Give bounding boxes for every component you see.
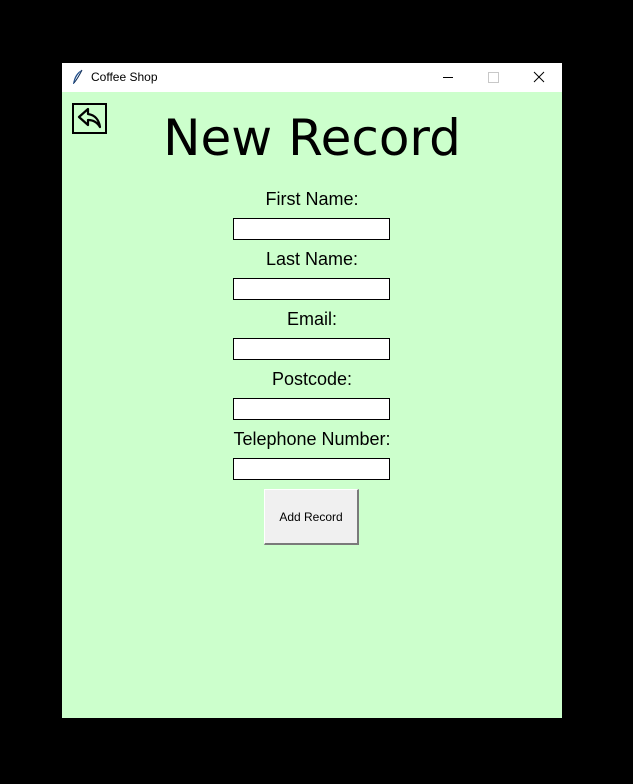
postcode-field[interactable]: [233, 398, 390, 420]
last-name-label: Last Name:: [265, 249, 359, 269]
minimize-button[interactable]: [425, 63, 471, 92]
feather-icon: [71, 69, 85, 85]
add-record-button[interactable]: Add Record: [264, 489, 359, 545]
maximize-button[interactable]: [470, 63, 516, 92]
postcode-label: Postcode:: [271, 369, 353, 389]
last-name-field[interactable]: [233, 278, 390, 300]
telephone-number-field[interactable]: [233, 458, 390, 480]
minimize-icon: [443, 77, 453, 78]
close-icon: [533, 71, 545, 83]
add-record-button-label: Add Record: [279, 509, 343, 524]
email-field[interactable]: [233, 338, 390, 360]
first-name-field[interactable]: [233, 218, 390, 240]
window-title: Coffee Shop: [91, 70, 158, 84]
page-title: New Record: [163, 109, 461, 167]
email-label: Email:: [286, 309, 337, 329]
title-bar[interactable]: Coffee Shop: [62, 63, 562, 92]
app-window: Coffee Shop New Record First Name: Last …: [62, 63, 562, 718]
form-page: New Record First Name: Last Name: Email:…: [62, 92, 562, 718]
telephone-number-label: Telephone Number:: [233, 429, 391, 449]
maximize-icon: [488, 72, 499, 83]
close-button[interactable]: [516, 63, 562, 92]
first-name-label: First Name:: [265, 189, 359, 209]
